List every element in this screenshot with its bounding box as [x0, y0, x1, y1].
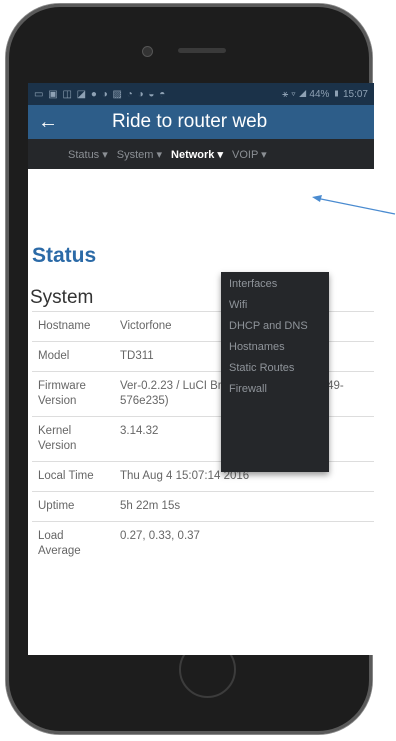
app-title: Ride to router web: [112, 111, 268, 132]
row-key: Firmware Version: [32, 371, 114, 417]
row-key: Model: [32, 341, 114, 372]
row-key: Uptime: [32, 491, 114, 522]
row-key: Hostname: [32, 311, 114, 342]
nav-voip[interactable]: VOIP ▾: [232, 148, 267, 161]
menu-item-interfaces[interactable]: Interfaces: [221, 274, 329, 295]
earpiece-speaker: [178, 48, 226, 53]
network-dropdown-menu: Interfaces Wifi DHCP and DNS Hostnames S…: [221, 272, 329, 472]
table-row: Uptime 5h 22m 15s: [32, 491, 374, 522]
android-status-bar: ▭ ▣ ◫ ◪ ● ◑ ▨ ◔ ◑ ◒ ◓ ⚹ ▿ ◢ 44% ▮ 15:07: [28, 83, 374, 105]
row-key: Kernel Version: [32, 416, 114, 462]
row-key: Local Time: [32, 461, 114, 492]
row-value: 0.27, 0.33, 0.37: [114, 521, 374, 566]
row-value: 5h 22m 15s: [114, 491, 374, 522]
page-title: Status: [32, 244, 97, 267]
luci-nav-bar: Status ▾ System ▾ Network ▾ VOIP ▾: [28, 139, 374, 169]
menu-item-firewall[interactable]: Firewall: [221, 379, 329, 400]
menu-item-hostnames[interactable]: Hostnames: [221, 337, 329, 358]
row-key: Load Average: [32, 521, 114, 566]
nav-status[interactable]: Status ▾: [68, 148, 108, 161]
notification-icons: ▭ ▣ ◫ ◪ ● ◑ ▨ ◔ ◑ ◒ ◓: [34, 88, 167, 100]
menu-item-static-routes[interactable]: Static Routes: [221, 358, 329, 379]
nav-network[interactable]: Network ▾: [171, 148, 223, 161]
phone-screen: ▭ ▣ ◫ ◪ ● ◑ ▨ ◔ ◑ ◒ ◓ ⚹ ▿ ◢ 44% ▮ 15:07 …: [28, 83, 374, 655]
table-row: Load Average 0.27, 0.33, 0.37: [32, 521, 374, 566]
menu-item-wifi[interactable]: Wifi: [221, 295, 329, 316]
menu-item-dhcp-dns[interactable]: DHCP and DNS: [221, 316, 329, 337]
front-camera: [142, 46, 153, 57]
app-bar: ← Ride to router web: [28, 105, 374, 139]
back-arrow-icon[interactable]: ←: [28, 105, 68, 139]
section-title: System: [30, 287, 94, 308]
system-indicators: ⚹ ▿ ◢ 44% ▮ 15:07: [282, 88, 368, 100]
nav-system[interactable]: System ▾: [117, 148, 162, 161]
